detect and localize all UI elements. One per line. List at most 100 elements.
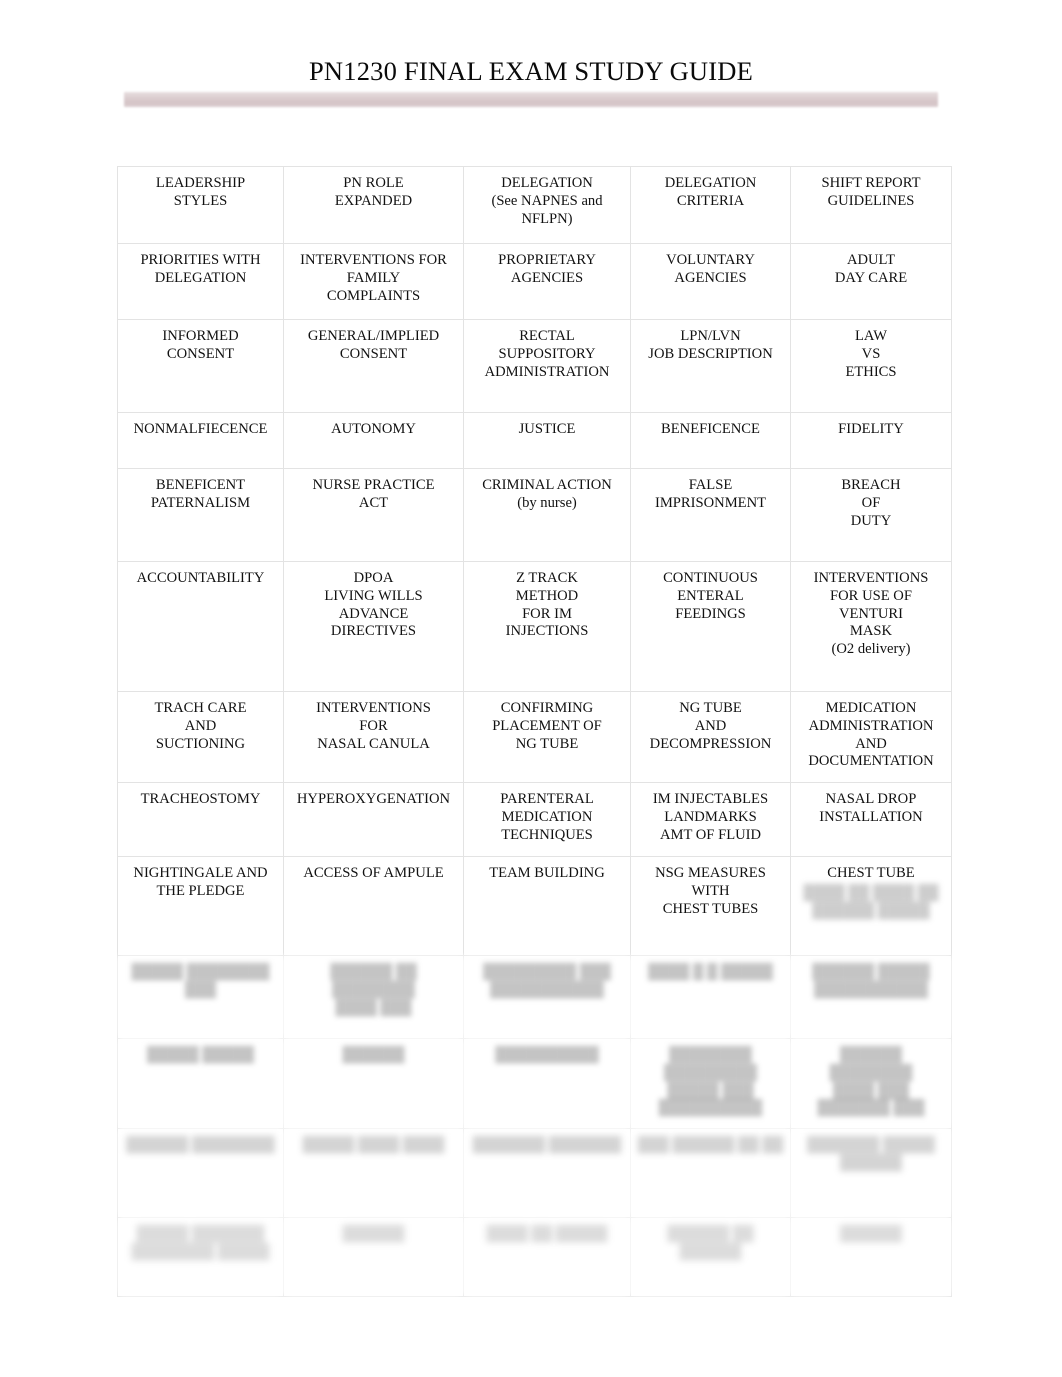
topic-cell[interactable]: ACCESS OF AMPULE — [283, 856, 464, 956]
topic-cell[interactable]: TRACH CARE AND SUCTIONING — [117, 691, 284, 783]
topic-cell[interactable]: NASAL DROP INSTALLATION — [790, 782, 952, 857]
topic-cell[interactable]: INTERVENTIONS FOR FAMILY COMPLAINTS — [283, 243, 464, 320]
topic-cell[interactable]: VOLUNTARY AGENCIES — [630, 243, 791, 320]
topic-cell[interactable]: PN ROLE EXPANDED — [283, 166, 464, 244]
topic-cell[interactable]: ███████ ███████ — [463, 1128, 631, 1219]
topic-cell[interactable]: NONMALFIECENCE — [117, 412, 284, 469]
topic-label: ACCOUNTABILITY — [136, 570, 265, 586]
topic-cell[interactable]: INTERVENTIONS FOR NASAL CANULA — [283, 691, 464, 783]
topic-label: PRIORITIES WITH DELEGATION — [140, 252, 261, 286]
topic-label: LAW VS ETHICS — [845, 328, 897, 380]
topic-cell[interactable]: ████ █ █ █████ — [630, 955, 791, 1039]
faded-illegible-text: ██████ ██ ████████ ████ ███ — [330, 964, 417, 1016]
table-row: █████ █████ ██████ ██████████ ████████ █… — [117, 1037, 952, 1130]
topic-label: GENERAL/IMPLIED CONSENT — [307, 328, 440, 362]
topic-cell[interactable]: INFORMED CONSENT — [117, 319, 284, 413]
document-page: PN1230 FINAL EXAM STUDY GUIDE LEADERSHIP… — [0, 0, 1062, 1377]
topic-cell[interactable]: █████ ████ ████ — [283, 1128, 464, 1219]
topic-cell[interactable]: PARENTERAL MEDICATION TECHNIQUES — [463, 782, 631, 857]
page-title: PN1230 FINAL EXAM STUDY GUIDE — [308, 56, 754, 86]
table-row: NONMALFIECENCE AUTONOMY JUSTICE BENEFICE… — [117, 412, 952, 469]
topic-cell[interactable]: CHEST TUBE ████ ██ ████ ██ ██████ █████ — [790, 856, 952, 956]
topic-cell[interactable]: ██████ — [283, 1037, 464, 1130]
topic-label: TEAM BUILDING — [489, 865, 605, 881]
topic-cell[interactable]: █████ ████████ ███ — [117, 955, 284, 1039]
topic-cell[interactable]: PROPRIETARY AGENCIES — [463, 243, 631, 320]
topic-cell[interactable]: CRIMINAL ACTION (by nurse) — [463, 468, 631, 562]
topic-label: BREACH OF DUTY — [841, 477, 901, 529]
table-row: ██████ ████████ █████ ████ ████ ███████ … — [117, 1128, 952, 1219]
topic-label: SHIFT REPORT GUIDELINES — [821, 175, 921, 209]
topic-cell[interactable]: TEAM BUILDING — [463, 856, 631, 956]
topic-label: CRIMINAL ACTION (by nurse) — [482, 477, 612, 511]
topic-cell[interactable]: NURSE PRACTICE ACT — [283, 468, 464, 562]
topic-cell[interactable]: DELEGATION (See NAPNES and NFLPN) — [463, 166, 631, 244]
topic-cell[interactable]: BENEFICENCE — [630, 412, 791, 469]
topic-cell[interactable]: ██████ — [283, 1217, 464, 1298]
topic-cell[interactable]: Z TRACK METHOD FOR IM INJECTIONS — [463, 561, 631, 692]
topic-cell[interactable]: DELEGATION CRITERIA — [630, 166, 791, 244]
topic-cell[interactable]: PRIORITIES WITH DELEGATION — [117, 243, 284, 320]
topic-cell[interactable]: CONTINUOUS ENTERAL FEEDINGS — [630, 561, 791, 692]
topic-label: TRACH CARE AND SUCTIONING — [154, 700, 247, 752]
topic-cell[interactable]: BREACH OF DUTY — [790, 468, 952, 562]
topic-cell[interactable]: AUTONOMY — [283, 412, 464, 469]
table-row: TRACHEOSTOMY HYPEROXYGENATION PARENTERAL… — [117, 782, 952, 857]
topic-cell[interactable]: LEADERSHIP STYLES — [117, 166, 284, 244]
topic-cell[interactable]: SHIFT REPORT GUIDELINES — [790, 166, 952, 244]
topic-cell[interactable]: ███ ██████ ██ ██ — [630, 1128, 791, 1219]
topic-cell[interactable]: JUSTICE — [463, 412, 631, 469]
topic-cell[interactable]: RECTAL SUPPOSITORY ADMINISTRATION — [463, 319, 631, 413]
topic-cell[interactable]: NG TUBE AND DECOMPRESSION — [630, 691, 791, 783]
topic-cell[interactable]: LPN/LVN JOB DESCRIPTION — [630, 319, 791, 413]
faded-illegible-text: ██████ ████████ — [126, 1137, 275, 1154]
topic-cell[interactable]: TRACHEOSTOMY — [117, 782, 284, 857]
topic-cell[interactable]: INTERVENTIONS FOR USE OF VENTURI MASK (O… — [790, 561, 952, 692]
topic-label: DELEGATION (See NAPNES and NFLPN) — [491, 175, 603, 227]
topic-cell[interactable]: BENEFICENT PATERNALISM — [117, 468, 284, 562]
topic-cell[interactable]: FALSE IMPRISONMENT — [630, 468, 791, 562]
topic-cell[interactable]: DPOA LIVING WILLS ADVANCE DIRECTIVES — [283, 561, 464, 692]
topic-cell[interactable]: NIGHTINGALE AND THE PLEDGE — [117, 856, 284, 956]
topic-label: ADULT DAY CARE — [834, 252, 908, 286]
topic-cell[interactable]: ████████ █████████ █████ ███ ██████████ — [630, 1037, 791, 1130]
faded-illegible-text: █████████ ███ ███████████ — [483, 964, 611, 998]
topic-label: AUTONOMY — [331, 421, 416, 437]
topic-cell[interactable]: ██████ — [790, 1217, 952, 1298]
topic-cell[interactable]: █████ █████ — [117, 1037, 284, 1130]
topic-cell[interactable]: ██████ ██ ██████ — [630, 1217, 791, 1298]
topic-cell[interactable]: ADULT DAY CARE — [790, 243, 952, 320]
topic-label: NIGHTINGALE AND THE PLEDGE — [133, 865, 268, 899]
table-row: PRIORITIES WITH DELEGATION INTERVENTIONS… — [117, 243, 952, 320]
topic-cell[interactable]: LAW VS ETHICS — [790, 319, 952, 413]
topic-cell[interactable]: █████████ ███ ███████████ — [463, 955, 631, 1039]
topic-cell[interactable]: ██████ ████████ — [117, 1128, 284, 1219]
topic-cell[interactable]: ████ ██ █████ — [463, 1217, 631, 1298]
topic-cell[interactable]: ██████████ — [463, 1037, 631, 1130]
topic-cell[interactable]: CONFIRMING PLACEMENT OF NG TUBE — [463, 691, 631, 783]
topic-label: TRACHEOSTOMY — [140, 791, 261, 807]
topic-cell[interactable]: ██████ ██ ████████ ████ ███ — [283, 955, 464, 1039]
faded-illegible-text: ███████ █████ ██████ — [807, 1137, 935, 1171]
topic-cell[interactable]: IM INJECTABLES LANDMARKS AMT OF FLUID — [630, 782, 791, 857]
topic-cell[interactable]: ███████ █████ ██████ — [790, 1128, 952, 1219]
topic-cell[interactable]: MEDICATION ADMINISTRATION AND DOCUMENTAT… — [790, 691, 952, 783]
faded-illegible-text: ██████ █████ ███████████ — [812, 964, 930, 998]
faded-illegible-text: █████ ████ ████ — [302, 1137, 445, 1154]
faded-illegible-text: ██████ ████████ ████ ███ ███████ ███ — [817, 1047, 925, 1117]
topic-cell[interactable]: ACCOUNTABILITY — [117, 561, 284, 692]
topic-cell[interactable]: █████ ███████ ████████ █████ — [117, 1217, 284, 1298]
faded-illegible-text: █████ ████████ ███ — [131, 964, 270, 998]
faded-illegible-text: ██████ ██ ██████ — [667, 1226, 754, 1260]
topic-cell[interactable]: ██████ █████ ███████████ — [790, 955, 952, 1039]
topic-cell[interactable]: GENERAL/IMPLIED CONSENT — [283, 319, 464, 413]
faded-illegible-text: ███ ██████ ██ ██ — [637, 1137, 784, 1154]
topic-label: Z TRACK METHOD FOR IM INJECTIONS — [505, 570, 589, 640]
faded-illegible-text: ██████ — [342, 1047, 405, 1063]
topic-cell[interactable]: HYPEROXYGENATION — [283, 782, 464, 857]
topic-cell[interactable]: FIDELITY — [790, 412, 952, 469]
topic-cell[interactable]: ██████ ████████ ████ ███ ███████ ███ — [790, 1037, 952, 1130]
topic-cell[interactable]: NSG MEASURES WITH CHEST TUBES — [630, 856, 791, 956]
table-row: TRACH CARE AND SUCTIONING INTERVENTIONS … — [117, 691, 952, 783]
faded-illegible-text: ████ █ █ █████ — [648, 964, 773, 980]
